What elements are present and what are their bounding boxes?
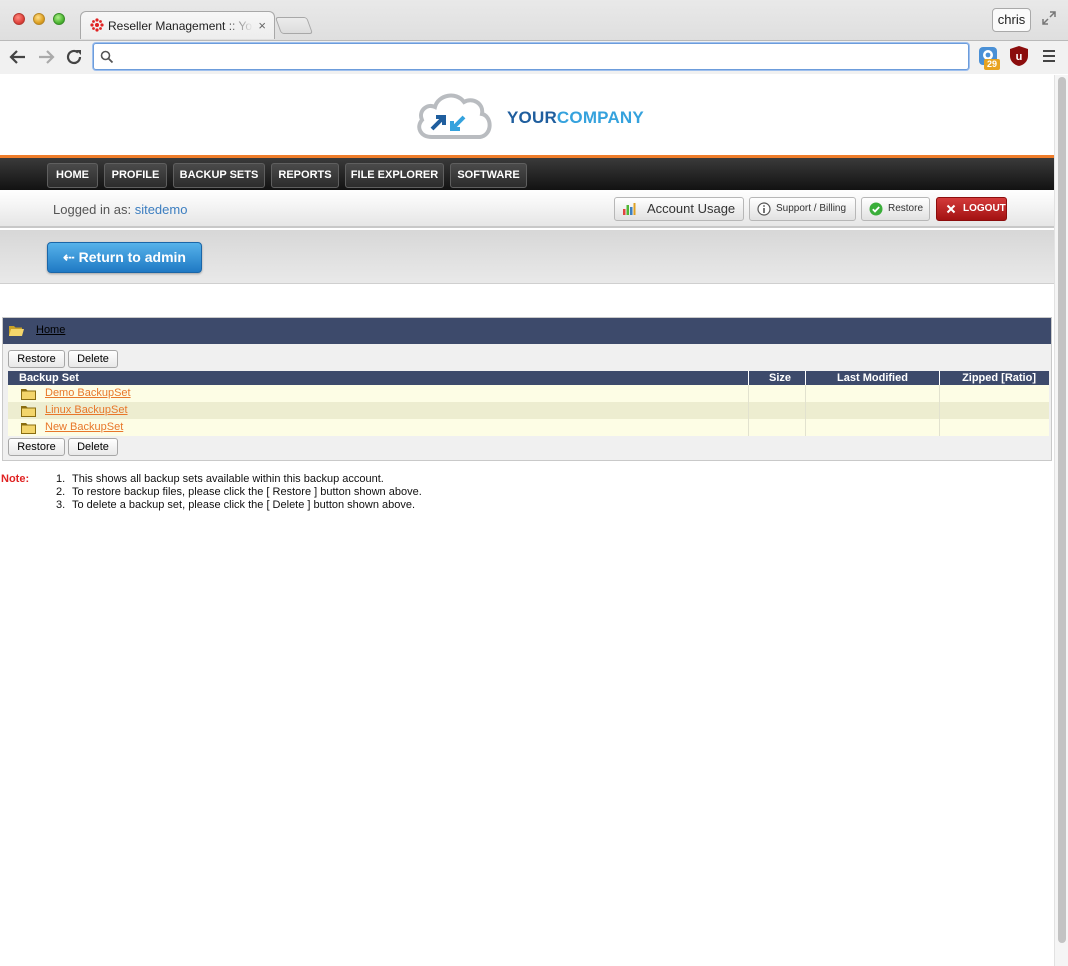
note-item: 1. This shows all backup sets available w…: [56, 473, 422, 486]
note-number: 2.: [56, 486, 66, 498]
info-icon: [757, 202, 771, 216]
logged-in-label: Logged in as:: [53, 202, 132, 217]
zipped-cell: [939, 402, 1049, 419]
column-size[interactable]: Size: [748, 371, 805, 385]
profile-button[interactable]: chris: [992, 8, 1031, 32]
vertical-scrollbar[interactable]: [1054, 75, 1068, 966]
modified-cell: [805, 419, 939, 436]
delete-button-top[interactable]: Delete: [68, 350, 118, 368]
folder-icon: [21, 423, 36, 434]
note-text: This shows all backup sets available wit…: [72, 473, 384, 485]
return-to-admin-button[interactable]: ⇠ Return to admin: [47, 242, 202, 273]
zipped-cell: [939, 385, 1049, 402]
scrollbar-thumb[interactable]: [1058, 77, 1066, 943]
restore-nav-button[interactable]: Restore: [861, 197, 930, 221]
delete-button-bottom[interactable]: Delete: [68, 438, 118, 456]
backup-set-panel: Home Restore Delete Backup Set Size Last…: [2, 317, 1052, 461]
bar-chart-icon: [623, 203, 636, 215]
backup-set-link[interactable]: Linux BackupSet: [45, 404, 128, 416]
menu-icon[interactable]: [1041, 48, 1057, 64]
folder-icon: [21, 389, 36, 400]
note-list: 1. This shows all backup sets available w…: [56, 473, 422, 512]
note-item: 3. To delete a backup set, please click t…: [56, 499, 422, 512]
note-label: Note:: [1, 473, 30, 485]
nav-profile[interactable]: PROFILE: [104, 163, 167, 188]
support-billing-button[interactable]: Support / Billing: [749, 197, 856, 221]
note-text: To restore backup files, please click th…: [72, 486, 422, 498]
note-number: 3.: [56, 499, 66, 511]
logged-in-username: sitedemo: [134, 202, 188, 217]
close-icon: [946, 204, 956, 214]
back-arrow-icon[interactable]: [7, 46, 29, 68]
backup-set-link[interactable]: Demo BackupSet: [45, 387, 131, 399]
modified-cell: [805, 402, 939, 419]
extension-badge: 29: [984, 59, 1001, 70]
check-circle-icon: [869, 202, 883, 216]
fullscreen-icon[interactable]: [1041, 10, 1057, 26]
company-logo-text: YOURCOMPANY: [507, 108, 644, 128]
logout-button[interactable]: LOGOUT: [936, 197, 1007, 221]
column-backup-set[interactable]: Backup Set: [8, 371, 748, 385]
note-item: 2. To restore backup files, please click …: [56, 486, 422, 499]
nav-home[interactable]: HOME: [47, 163, 98, 188]
note-number: 1.: [56, 473, 66, 485]
support-billing-label: Support / Billing: [776, 203, 847, 214]
minimize-window-button[interactable]: [33, 13, 45, 25]
breadcrumb: Home: [3, 318, 1051, 344]
table-row[interactable]: New BackupSet: [8, 419, 1049, 436]
column-zipped-ratio[interactable]: Zipped [Ratio]: [939, 371, 1049, 385]
note-text: To delete a backup set, please click the…: [72, 499, 416, 511]
browser-chrome: Reseller Management :: You × chris 29 u: [0, 0, 1068, 74]
reload-icon[interactable]: [63, 46, 85, 68]
logo-secondary-text: COMPANY: [556, 108, 644, 127]
size-cell: [748, 385, 805, 402]
backup-set-link[interactable]: New BackupSet: [45, 421, 123, 433]
tab-title: Reseller Management :: You: [108, 19, 253, 33]
nav-software[interactable]: SOFTWARE: [450, 163, 527, 188]
nav-file-explorer[interactable]: FILE EXPLORER: [345, 163, 444, 188]
size-cell: [748, 419, 805, 436]
nav-reports[interactable]: REPORTS: [271, 163, 339, 188]
zoom-window-button[interactable]: [53, 13, 65, 25]
folder-icon: [21, 406, 36, 417]
restore-button-top[interactable]: Restore: [8, 350, 65, 368]
admin-bar: ⇠ Return to admin: [0, 230, 1054, 284]
restore-nav-label: Restore: [888, 203, 924, 214]
page-viewport: YOURCOMPANY HOME PROFILE BACKUP SETS REP…: [0, 75, 1054, 966]
tab-close-icon[interactable]: ×: [258, 18, 266, 33]
browser-toolbar: 29 u: [0, 40, 1068, 74]
back-arrow-small-icon: ⇠: [63, 249, 75, 265]
zipped-cell: [939, 419, 1049, 436]
company-logo-icon: [417, 93, 492, 139]
site-header: YOURCOMPANY: [0, 75, 1054, 155]
logged-in-status: Logged in as: sitedemo: [53, 202, 187, 217]
tab-favicon-icon: [90, 18, 104, 32]
address-bar[interactable]: [93, 43, 969, 70]
search-icon: [100, 50, 114, 64]
forward-arrow-icon[interactable]: [35, 46, 57, 68]
address-input[interactable]: [118, 47, 958, 66]
breadcrumb-home-link[interactable]: Home: [36, 324, 65, 336]
table-row[interactable]: Linux BackupSet: [8, 402, 1049, 419]
size-cell: [748, 402, 805, 419]
user-bar: Logged in as: sitedemo Account Usage Sup…: [0, 190, 1054, 228]
modified-cell: [805, 385, 939, 402]
logo-primary-text: YOUR: [507, 108, 557, 127]
column-last-modified[interactable]: Last Modified: [805, 371, 939, 385]
account-usage-button[interactable]: Account Usage: [614, 197, 744, 221]
main-nav: HOME PROFILE BACKUP SETS REPORTS FILE EX…: [0, 155, 1054, 190]
browser-tab[interactable]: Reseller Management :: You ×: [80, 11, 275, 39]
table-header: Backup Set Size Last Modified Zipped [Ra…: [8, 371, 1049, 385]
nav-backup-sets[interactable]: BACKUP SETS: [173, 163, 265, 188]
ublock-icon[interactable]: u: [1008, 45, 1030, 67]
logout-label: LOGOUT: [963, 203, 1006, 214]
close-window-button[interactable]: [13, 13, 25, 25]
restore-button-bottom[interactable]: Restore: [8, 438, 65, 456]
svg-text:u: u: [1016, 51, 1023, 63]
account-usage-label: Account Usage: [647, 201, 736, 216]
return-to-admin-label: Return to admin: [78, 249, 186, 265]
new-tab-button[interactable]: [274, 17, 314, 34]
table-row[interactable]: Demo BackupSet: [8, 385, 1049, 402]
open-folder-icon: [9, 326, 24, 336]
